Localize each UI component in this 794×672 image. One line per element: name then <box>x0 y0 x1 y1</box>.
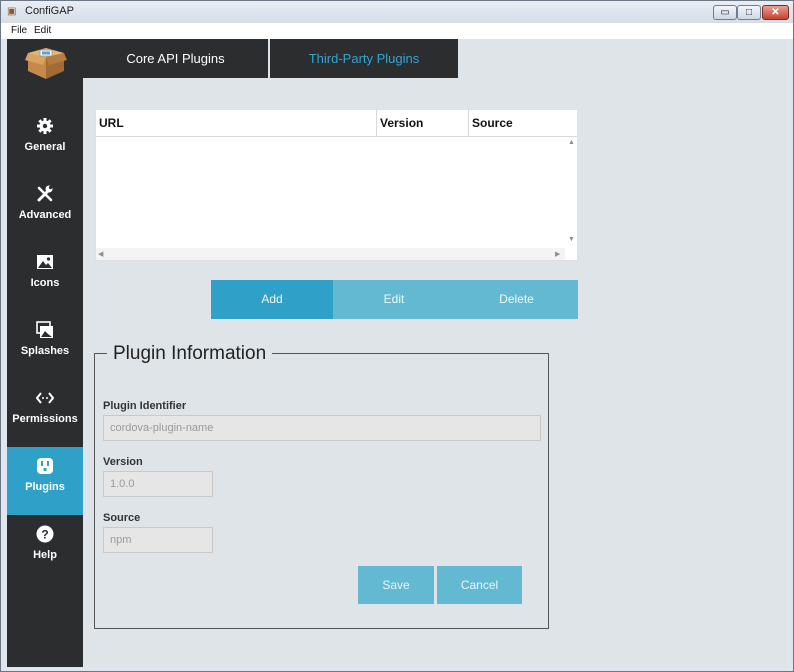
plug-icon <box>37 458 53 474</box>
sidebar-item-label: General <box>24 141 66 153</box>
column-header-url[interactable]: URL <box>96 110 377 136</box>
column-header-version[interactable]: Version <box>377 110 469 136</box>
sidebar-item-label: Permissions <box>12 413 78 425</box>
save-button[interactable]: Save <box>358 566 434 604</box>
column-header-source[interactable]: Source <box>469 110 577 136</box>
cancel-button[interactable]: Cancel <box>437 566 522 604</box>
box-logo-icon <box>25 48 67 79</box>
minimize-button[interactable]: ▭ <box>713 5 737 20</box>
app-window: ▣ ConfiGAP ▭ □ ✕ File Edit General Advan… <box>0 0 794 672</box>
tab-third-party-plugins[interactable]: Third-Party Plugins <box>270 39 458 78</box>
horizontal-scrollbar[interactable]: ◀ ▶ <box>96 248 565 260</box>
question-icon: ? <box>36 525 54 543</box>
window-title: ConfiGAP <box>25 5 74 17</box>
add-button[interactable]: Add <box>211 280 333 319</box>
svg-text:?: ? <box>41 528 48 542</box>
gear-icon <box>37 118 53 134</box>
close-button[interactable]: ✕ <box>762 5 789 20</box>
scroll-right-icon[interactable]: ▶ <box>555 250 560 258</box>
sidebar-item-general[interactable]: General <box>7 107 83 175</box>
sidebar-item-label: Help <box>33 549 57 561</box>
sidebar-item-plugins[interactable]: Plugins <box>7 447 83 515</box>
menu-file[interactable]: File <box>11 25 27 36</box>
version-input[interactable]: 1.0.0 <box>103 471 213 497</box>
delete-button[interactable]: Delete <box>455 280 578 319</box>
menu-edit[interactable]: Edit <box>34 25 51 36</box>
vertical-scrollbar[interactable]: ▲ ▼ <box>565 137 577 248</box>
sidebar-item-splashes[interactable]: Splashes <box>7 311 83 379</box>
sidebar: General Advanced Icons Splashes Permissi… <box>7 39 83 667</box>
tab-core-api-plugins[interactable]: Core API Plugins <box>83 39 268 78</box>
plugins-table[interactable]: URL Version Source ▲ ▼ ◀ ▶ <box>95 109 578 261</box>
source-input[interactable]: npm <box>103 527 213 553</box>
source-label: Source <box>103 512 141 524</box>
menu-bar: File Edit <box>1 23 793 39</box>
maximize-button[interactable]: □ <box>737 5 761 20</box>
plugin-tabs: Core API Plugins Third-Party Plugins <box>83 39 459 78</box>
app-icon: ▣ <box>7 6 17 17</box>
sidebar-item-advanced[interactable]: Advanced <box>7 175 83 243</box>
app-content: General Advanced Icons Splashes Permissi… <box>7 39 787 667</box>
images-icon <box>36 321 53 338</box>
plugin-identifier-label: Plugin Identifier <box>103 400 187 412</box>
sidebar-item-label: Icons <box>30 277 60 289</box>
tools-icon <box>37 185 53 202</box>
sidebar-item-permissions[interactable]: Permissions <box>7 379 83 447</box>
scroll-left-icon[interactable]: ◀ <box>98 250 103 258</box>
scroll-up-icon[interactable]: ▲ <box>568 139 575 146</box>
image-icon <box>37 255 53 269</box>
plugin-identifier-input[interactable]: cordova-plugin-name <box>103 415 541 441</box>
table-actions: Add Edit Delete <box>211 280 578 319</box>
sidebar-item-icons[interactable]: Icons <box>7 243 83 311</box>
version-label: Version <box>103 456 143 468</box>
code-icon <box>36 392 54 404</box>
edit-button[interactable]: Edit <box>333 280 455 319</box>
title-bar[interactable]: ▣ ConfiGAP ▭ □ ✕ <box>1 1 793 23</box>
plugin-information-title: Plugin Information <box>107 343 273 365</box>
sidebar-item-help[interactable]: ? Help <box>7 515 83 583</box>
scroll-down-icon[interactable]: ▼ <box>568 236 575 243</box>
sidebar-item-label: Splashes <box>20 345 70 357</box>
sidebar-item-label: Advanced <box>18 209 72 221</box>
sidebar-item-label: Plugins <box>25 481 65 493</box>
table-header: URL Version Source <box>96 110 577 137</box>
